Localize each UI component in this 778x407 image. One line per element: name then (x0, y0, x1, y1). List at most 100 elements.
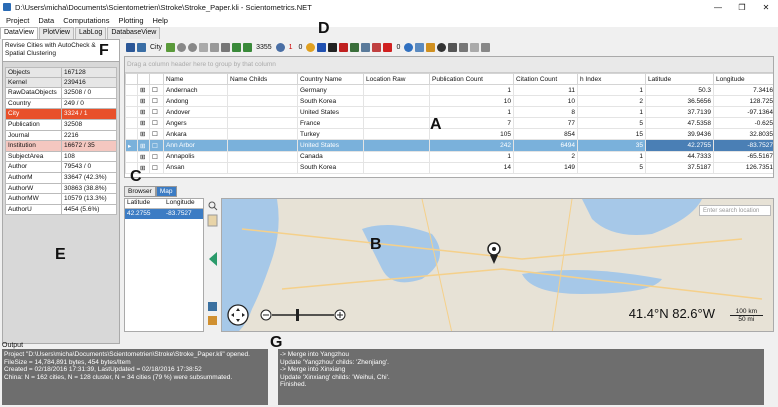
edit-icon[interactable] (208, 316, 217, 325)
map-search-input[interactable]: Enter search location (699, 205, 771, 216)
row-checkbox[interactable]: ☐ (149, 106, 164, 119)
table-row[interactable]: ⊞ ☐ Angers France 7 77 5 47.5358 -0.625 (125, 117, 773, 130)
stat-row[interactable]: AuthorU 4454 (5.6%) (5, 204, 117, 216)
expand-icon[interactable]: ⊞ (137, 128, 150, 141)
map-pin-icon[interactable] (415, 42, 425, 52)
upload-icon[interactable] (232, 42, 242, 52)
expand-icon[interactable]: ⊞ (137, 106, 150, 119)
table-row[interactable]: ⊞ ☐ Andover United States 1 8 1 37.7139 -97.13… (125, 106, 773, 119)
menu-help[interactable]: Help (153, 16, 168, 25)
flag-blue-icon[interactable] (317, 42, 327, 52)
row-checkbox[interactable]: ☐ (149, 161, 164, 174)
menu-computations[interactable]: Computations (63, 16, 109, 25)
stat-row[interactable]: Author 79543 / 0 (5, 162, 117, 173)
arrow-left-icon[interactable] (209, 252, 217, 266)
stat-row[interactable]: Kernel 239416 (5, 77, 117, 89)
filter-icon[interactable] (166, 42, 176, 52)
lock-icon[interactable] (426, 42, 436, 52)
output-log-left[interactable]: Project "D:\Users\micha\Documents\Scient… (2, 349, 268, 405)
flag-red-icon[interactable] (339, 42, 349, 52)
chart-bar-icon[interactable] (372, 42, 382, 52)
col-longitude[interactable]: Longitude (713, 73, 773, 85)
globe-icon[interactable] (275, 42, 285, 52)
tab-lablog[interactable]: LabLog (74, 27, 107, 39)
table-row[interactable]: ⊞ ☐ Andernach Germany 1 11 1 50.3 7.3416 (125, 83, 773, 97)
add-icon[interactable] (188, 42, 198, 52)
close-button[interactable]: ✕ (754, 0, 778, 14)
dollar-icon[interactable] (306, 42, 316, 52)
stat-row[interactable]: Country 249 / 0 (5, 98, 117, 110)
stat-row[interactable]: SubjectArea 108 (5, 151, 117, 163)
group-panel[interactable]: Drag a column header here to group by th… (125, 57, 773, 73)
pan-control[interactable] (227, 304, 249, 326)
minimize-button[interactable]: — (706, 0, 730, 14)
table-row-selected[interactable]: ▸ ⊞ ☐ Ann Arbor United States 242 6494 35 42.2… (125, 139, 773, 152)
stat-row[interactable]: RawDataObjects 32508 / 0 (5, 88, 117, 99)
menu-data[interactable]: Data (38, 16, 54, 25)
row-checkbox[interactable]: ☐ (149, 117, 164, 130)
col-publication-count[interactable]: Publication Count (429, 73, 514, 85)
col-h-index[interactable]: h Index (577, 73, 646, 85)
world-icon[interactable] (404, 42, 414, 52)
expand-icon[interactable]: ⊞ (137, 139, 150, 152)
stat-row[interactable]: Publication 32508 (5, 119, 117, 131)
stat-row[interactable]: AuthorW 30863 (38.8%) (5, 183, 117, 195)
row-checkbox[interactable]: ☐ (149, 95, 164, 108)
expand-icon[interactable] (221, 42, 231, 52)
remove-icon[interactable] (177, 42, 187, 52)
tab-plotview[interactable]: PlotView (38, 27, 74, 39)
col-country-name[interactable]: Country Name (297, 73, 364, 85)
box-icon[interactable] (210, 42, 220, 52)
col-check[interactable] (149, 73, 164, 85)
book-icon[interactable] (208, 302, 217, 311)
table-row[interactable]: ⊞ ☐ Ansan South Korea 14 149 5 37.5187 126.735… (125, 161, 773, 174)
expand-icon[interactable]: ⊞ (137, 150, 150, 163)
stat-row[interactable]: AuthorM 33647 (42.3%) (5, 172, 117, 184)
stat-row[interactable]: Journal 2216 (5, 130, 117, 142)
grid-icon[interactable] (350, 42, 360, 52)
restore-button[interactable]: ❐ (730, 0, 754, 14)
tab-databaseview[interactable]: DatabaseView (107, 27, 161, 39)
stat-row[interactable]: AuthorMW 10579 (13.3%) (5, 194, 117, 205)
db-icon[interactable] (470, 42, 480, 52)
expand-icon[interactable]: ⊞ (137, 83, 150, 97)
export-icon[interactable] (481, 42, 491, 52)
map-view[interactable]: Enter search location 41.4°N 82.6°W 100 … (221, 198, 774, 332)
table-row[interactable]: ⊞ ☐ Andong South Korea 10 10 2 36.5656 128.725 (125, 95, 773, 108)
row-checkbox[interactable]: ☐ (149, 139, 164, 152)
flag-black-icon[interactable] (328, 42, 338, 52)
col-name[interactable]: Name (163, 73, 228, 85)
row-checkbox[interactable]: ☐ (149, 150, 164, 163)
pencil-icon[interactable] (383, 42, 393, 52)
expand-icon[interactable]: ⊞ (137, 117, 150, 130)
stat-row[interactable]: Institution 16672 / 35 (5, 141, 117, 152)
table-icon[interactable] (361, 42, 371, 52)
magnifier-icon[interactable] (208, 201, 218, 211)
table-row[interactable]: ⊞ ☐ Ankara Turkey 105 854 15 39.9436 32.8035 (125, 128, 773, 141)
list-icon[interactable] (448, 42, 458, 52)
cell-h-index: 1 (577, 106, 646, 119)
stat-row[interactable]: Objects 167128 (5, 67, 117, 78)
print-icon[interactable] (459, 42, 469, 52)
col-name-childs[interactable]: Name Childs (227, 73, 298, 85)
row-checkbox[interactable]: ☐ (149, 128, 164, 141)
settings-icon[interactable] (437, 42, 447, 52)
tab-dataview[interactable]: DataView (0, 27, 38, 39)
document-icon[interactable] (207, 214, 218, 227)
output-log-right[interactable]: -> Merge into Yangzhou Update 'Yangzhou'… (278, 349, 764, 405)
search-icon[interactable] (199, 42, 209, 52)
menu-project[interactable]: Project (6, 16, 29, 25)
col-citation-count[interactable]: Citation Count (513, 73, 578, 85)
expand-icon[interactable]: ⊞ (137, 95, 150, 108)
col-latitude[interactable]: Latitude (645, 73, 714, 85)
row-checkbox[interactable]: ☐ (149, 83, 164, 97)
stat-row-selected[interactable]: City 3324 / 1 (5, 109, 117, 120)
menu-plotting[interactable]: Plotting (118, 16, 143, 25)
col-location-raw[interactable]: Location Raw (363, 73, 430, 85)
chart-icon[interactable] (126, 42, 135, 52)
coord-row[interactable]: 42.2755 -83.7527 (125, 209, 203, 219)
table-row[interactable]: ⊞ ☐ Annapolis Canada 1 2 1 44.7333 -65.5167 (125, 150, 773, 163)
download-icon[interactable] (243, 42, 253, 52)
tab-browser[interactable]: Browser (124, 186, 156, 197)
tab-map[interactable]: Map (155, 186, 177, 197)
